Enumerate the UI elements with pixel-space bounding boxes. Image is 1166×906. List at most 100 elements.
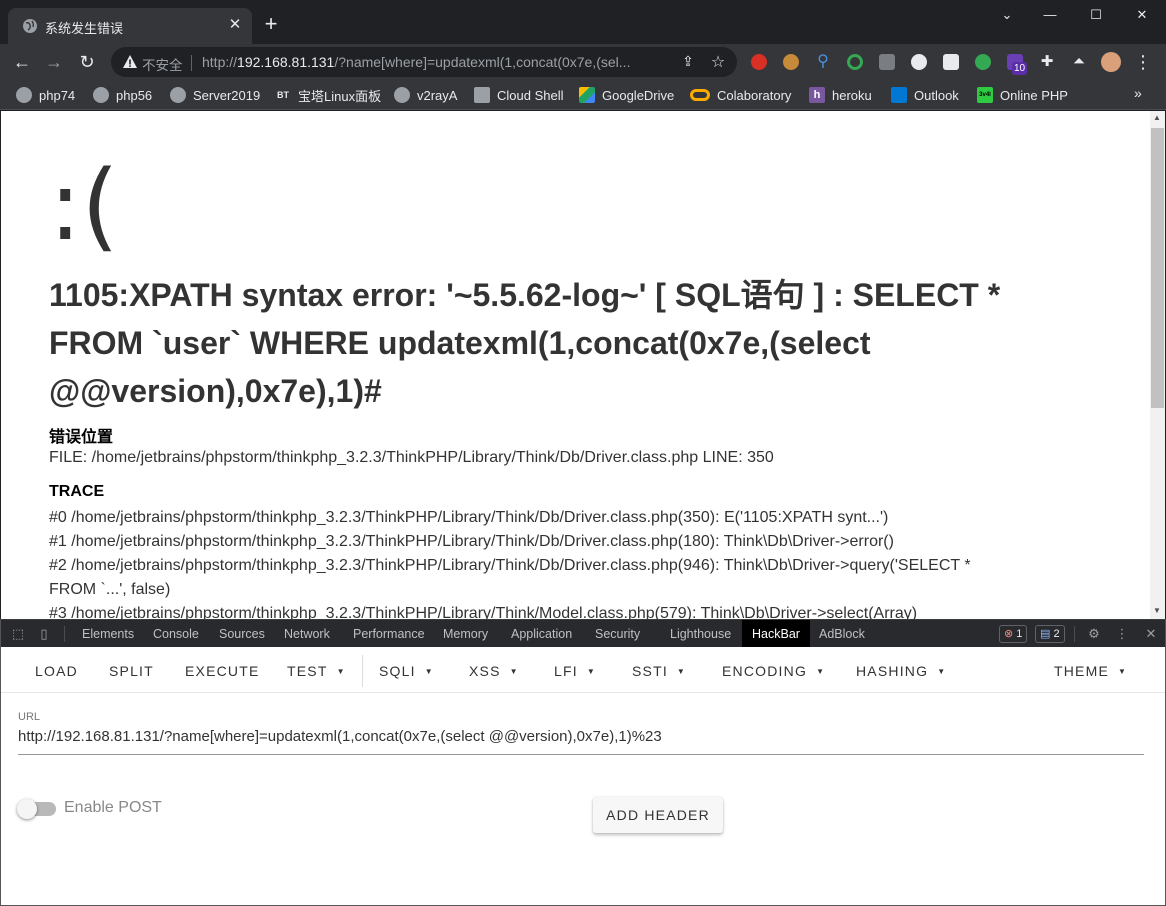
- error-icon: ⊗: [1004, 628, 1014, 640]
- new-tab-icon[interactable]: +: [261, 13, 281, 35]
- devtools-more-icon[interactable]: ⋮: [1114, 626, 1130, 642]
- ring-extension-icon[interactable]: [847, 54, 863, 70]
- url-text[interactable]: http://192.168.81.131/?name[where]=updat…: [202, 54, 630, 70]
- hashing-menu-button[interactable]: HASHING ▼: [856, 663, 946, 679]
- trace-line: #0 /home/jetbrains/phpstorm/thinkphp_3.2…: [49, 509, 889, 526]
- tab-console[interactable]: Console: [153, 620, 199, 648]
- enable-post-label[interactable]: Enable POST: [64, 799, 162, 817]
- bookmark-item[interactable]: php74: [16, 86, 75, 104]
- profile-avatar[interactable]: [1101, 52, 1121, 72]
- tab-security[interactable]: Security: [595, 620, 640, 648]
- tab-lighthouse[interactable]: Lighthouse: [670, 620, 731, 648]
- sqli-menu-button[interactable]: SQLI ▼: [379, 663, 434, 679]
- bookmarks-overflow-icon[interactable]: »: [1134, 85, 1142, 101]
- caret-down-icon: ▼: [336, 667, 346, 676]
- security-status[interactable]: 不安全: [142, 54, 183, 74]
- bookmark-label: php56: [116, 87, 153, 103]
- forward-icon[interactable]: →: [42, 50, 66, 74]
- scroll-up-arrow-icon[interactable]: ▲: [1153, 113, 1161, 122]
- bookmark-item[interactable]: GoogleDrive: [579, 86, 674, 104]
- location-extension-icon[interactable]: ⚲: [815, 54, 831, 70]
- trace-line: #2 /home/jetbrains/phpstorm/thinkphp_3.2…: [49, 557, 971, 574]
- maximize-icon[interactable]: ☐: [1084, 4, 1108, 26]
- url-path: /?name[where]=updatexml(1,concat(0x7e,(s…: [334, 54, 631, 70]
- execute-button[interactable]: EXECUTE: [185, 663, 260, 679]
- tab-close-icon[interactable]: ✕: [226, 16, 244, 34]
- bookmark-item[interactable]: BT 宝塔Linux面板: [275, 86, 381, 104]
- tab-memory[interactable]: Memory: [443, 620, 488, 648]
- error-count-badge[interactable]: ⊗ 1: [999, 625, 1028, 643]
- theme-menu-button[interactable]: THEME ▼: [1054, 663, 1127, 679]
- inspect-element-icon[interactable]: ⬚: [10, 626, 26, 642]
- scrollbar-thumb[interactable]: [1151, 128, 1164, 408]
- bookmark-item[interactable]: Colaboratory: [690, 86, 791, 104]
- adblock-extension-icon[interactable]: [751, 54, 767, 70]
- tab-application[interactable]: Application: [511, 620, 572, 648]
- bookmark-item[interactable]: Server2019: [170, 86, 260, 104]
- lfi-menu-button[interactable]: LFI ▼: [554, 663, 596, 679]
- url-textarea[interactable]: http://192.168.81.131/?name[where]=updat…: [18, 725, 1144, 755]
- close-window-icon[interactable]: ✕: [1130, 4, 1154, 26]
- settings-gear-icon[interactable]: ⚙: [1086, 626, 1102, 642]
- cursor-extension-icon[interactable]: [879, 54, 895, 70]
- labs-flask-icon[interactable]: ⏶: [1071, 54, 1087, 70]
- tab-hackbar[interactable]: HackBar: [742, 620, 810, 648]
- url-scheme: http://: [202, 54, 238, 70]
- back-icon[interactable]: ←: [10, 50, 34, 74]
- address-bar[interactable]: 不安全 http://192.168.81.131/?name[where]=u…: [111, 47, 737, 77]
- message-count-badge[interactable]: ▤ 2: [1035, 625, 1065, 643]
- bookmark-label: GoogleDrive: [602, 87, 675, 103]
- tab-sources[interactable]: Sources: [219, 620, 265, 648]
- encoding-label: ENCODING: [722, 663, 808, 679]
- reload-icon[interactable]: ↻: [75, 50, 99, 74]
- ssti-menu-button[interactable]: SSTI ▼: [632, 663, 686, 679]
- tab-adblock[interactable]: AdBlock: [819, 620, 865, 648]
- gear-green-extension-icon[interactable]: [975, 54, 991, 70]
- bookmark-star-icon[interactable]: ☆: [709, 52, 727, 71]
- share-icon[interactable]: ⇪: [679, 53, 697, 71]
- puzzle-icon[interactable]: ✚: [1039, 54, 1055, 70]
- split-button[interactable]: SPLIT: [109, 663, 154, 679]
- globe-icon: [93, 87, 109, 103]
- url-field-label: URL: [18, 711, 41, 723]
- bookmark-item[interactable]: php56: [93, 86, 152, 104]
- scroll-down-arrow-icon[interactable]: ▼: [1153, 606, 1161, 615]
- xss-menu-button[interactable]: XSS ▼: [469, 663, 519, 679]
- chrome-menu-icon[interactable]: ⋮: [1131, 50, 1155, 74]
- page-content: :( 1105:XPATH syntax error: '~5.5.62-log…: [1, 111, 1165, 619]
- trace-title: TRACE: [49, 483, 105, 500]
- devtools-divider: [64, 626, 65, 642]
- cloud-extension-icon[interactable]: [911, 54, 927, 70]
- trace-line: #3 /home/jetbrains/phpstorm/thinkphp_3.2…: [49, 605, 918, 619]
- document-extension-icon[interactable]: [943, 54, 959, 70]
- load-button[interactable]: LOAD: [35, 663, 78, 679]
- bookmark-item[interactable]: Cloud Shell: [474, 86, 564, 104]
- test-menu-button[interactable]: TEST ▼: [287, 663, 346, 679]
- extension-badge: 10: [1012, 62, 1028, 75]
- bookmark-label: Online PHP: [1000, 87, 1068, 103]
- tab-elements[interactable]: Elements: [82, 620, 134, 648]
- cookie-extension-icon[interactable]: [783, 54, 799, 70]
- devtools-divider: [1074, 626, 1075, 642]
- enable-post-toggle[interactable]: [17, 799, 37, 819]
- minimize-icon[interactable]: —: [1038, 4, 1062, 26]
- bookmark-item[interactable]: v2rayA: [394, 86, 457, 104]
- tab-active[interactable]: 系统发生错误 ✕: [8, 8, 252, 44]
- outlook-icon: [891, 87, 907, 103]
- bt-panel-icon: BT: [275, 87, 291, 103]
- theme-label: THEME: [1054, 663, 1109, 679]
- tab-search-icon[interactable]: ⌄: [995, 4, 1019, 26]
- warning-icon[interactable]: [122, 54, 138, 70]
- hackbar-menu: LOAD SPLIT EXECUTE TEST ▼ SQLI ▼ XSS ▼ LFI ▼…: [1, 647, 1165, 693]
- add-header-button[interactable]: ADD HEADER: [593, 797, 723, 833]
- bookmark-item[interactable]: 3v4l Online PHP: [977, 86, 1068, 104]
- devtools-close-icon[interactable]: ✕: [1143, 626, 1159, 642]
- device-toolbar-icon[interactable]: ▯: [36, 626, 52, 642]
- encoding-menu-button[interactable]: ENCODING ▼: [722, 663, 825, 679]
- tab-performance[interactable]: Performance: [353, 620, 425, 648]
- tab-network[interactable]: Network: [284, 620, 330, 648]
- bookmark-item[interactable]: Outlook: [891, 86, 959, 104]
- bookmark-item[interactable]: h heroku: [809, 86, 872, 104]
- caret-down-icon: ▼: [509, 667, 519, 676]
- xss-label: XSS: [469, 663, 501, 679]
